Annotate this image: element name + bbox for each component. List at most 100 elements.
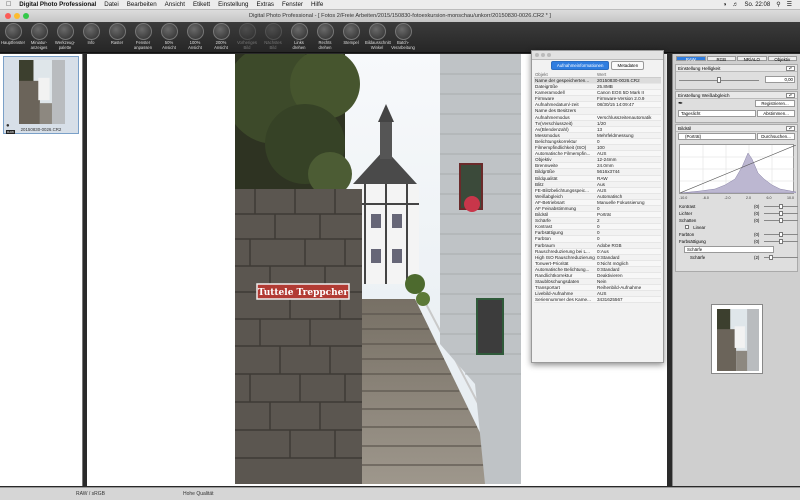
info-value: 100 [597,145,605,151]
slider-knob[interactable] [779,218,783,223]
histogram-tick: 10.0 [786,196,794,200]
toolbar-button[interactable]: Fenster anpassen [131,23,155,50]
zoom-100-icon [186,23,204,40]
navigator-preview[interactable] [711,304,763,374]
toolbar-button[interactable]: Miniatur- anzeiges [27,23,51,50]
toolbar-button[interactable]: Werkzeug- palette [53,23,77,50]
photo-preview[interactable]: Tuttele Treppcher [235,54,521,484]
slider-sharpness[interactable]: Schärfe (2) [676,254,798,261]
slider-row[interactable]: Schatten (0) [676,217,798,224]
info-value: 0 [597,236,600,242]
sharpness-mode-select[interactable]: Schärfe [684,246,774,253]
close-icon[interactable] [535,53,539,57]
tab-raw[interactable]: RAW [676,56,706,62]
toolbar-button-label: Stempel [343,40,359,45]
info-key: Name der gespeicherten... [535,78,590,83]
toolbar-button[interactable]: Vorheriges Bild [235,23,259,50]
slider-row[interactable]: Lichter (0) [676,210,798,217]
toolbar-button[interactable]: Info [79,23,103,46]
info-value: 13 [597,126,603,132]
slider-knob[interactable] [779,204,783,209]
linear-option[interactable]: Linear [676,224,797,231]
close-icon[interactable] [5,13,11,19]
info-value: 0 [597,205,600,211]
info-key: Bildqualität [535,175,558,181]
sharpness-knob[interactable] [768,255,773,260]
menu-item[interactable]: Etikett [193,1,210,8]
menu-item[interactable]: Hilfe [311,1,323,8]
clock[interactable]: So. 22:08 [745,2,771,8]
column-header-object[interactable]: Objekt [534,71,595,77]
slider-knob[interactable] [779,239,783,244]
slider-knob[interactable] [779,211,783,216]
menu-item[interactable]: Datei [104,1,118,8]
linear-checkbox[interactable] [685,225,689,229]
volume-icon[interactable]: ♬ [733,2,739,8]
info-value: 5616x3744 [597,169,620,175]
info-window-titlebar[interactable] [532,51,663,60]
tab-nr-alo[interactable]: NR/ALO [737,56,767,62]
toolbar-button[interactable]: Bildausschnitt Winkel [365,23,391,50]
wb-register-button[interactable]: Registrieren... [755,100,795,107]
toolbar-button[interactable]: Stempel [339,23,363,46]
info-value: Mehrfeldmessung [597,132,634,138]
picture-style-browse[interactable]: Durchsuchen... [757,133,795,140]
picture-style-header: Bildstil ↶ [676,125,797,132]
menu-item[interactable]: Fenster [282,1,303,8]
toolbar-button-label: Werkzeug- palette [54,40,76,50]
toolbar-button[interactable]: Batch- Verarbeitung [391,23,415,50]
info-value: AUS [597,187,607,193]
tab-shooting-info[interactable]: Aufnahmeinformationen [550,61,610,70]
toolbar-button[interactable]: Hauptfenster [1,23,25,46]
slider-row[interactable]: Farbsättigung (0) [676,238,798,245]
menu-list-icon[interactable]: ☰ [787,1,792,8]
menu-item[interactable]: Ansicht [165,1,185,8]
wb-mode-select[interactable]: Tageslicht [678,110,756,117]
histogram[interactable] [679,144,797,194]
info-window[interactable]: Aufnahmeinformationen Metadaten Objekt W… [531,50,664,363]
menu-item[interactable]: Extras [256,1,274,8]
menu-item[interactable]: Einstellung [218,1,248,8]
minimize-icon[interactable] [541,53,545,57]
menu-item[interactable]: Bearbeiten [127,1,157,8]
reset-icon[interactable]: ↶ [786,93,795,98]
zoom-icon[interactable] [23,13,29,19]
tab-lens[interactable]: Objektiv [767,56,797,62]
slider-row[interactable]: Farbton (0) [676,231,798,238]
wb-adjust-button[interactable]: Abstimmen... [757,110,795,117]
tab-metadata[interactable]: Metadaten [611,61,645,70]
info-value: Reihenbild-Aufnahme [597,285,642,291]
toolbar-button[interactable]: Nächstes Bild [261,23,285,50]
toolbar-button[interactable]: 100% Ansicht [183,23,207,50]
info-key: Farbton [535,236,551,242]
search-icon[interactable]: ⚲ [776,1,780,8]
toolbar-button[interactable]: 50% Ansicht [157,23,181,50]
tab-rgb[interactable]: RGB [706,56,736,62]
reset-icon[interactable]: ↶ [786,66,795,71]
minimize-icon[interactable] [14,13,20,19]
toolbar-button[interactable]: Raster [105,23,129,46]
reset-icon[interactable]: ↶ [786,126,795,131]
slider-row[interactable]: Kontrast (0) [676,203,798,210]
brightness-knob[interactable] [717,77,721,83]
eyedropper-icon[interactable]: ✒ [678,100,683,107]
toolbar-button[interactable]: 200% Ansicht [209,23,233,50]
apple-icon[interactable]:  [6,1,11,8]
zoom-icon[interactable] [547,53,551,57]
histogram-tick: 6.0 [766,196,772,200]
wifi-icon[interactable]: ◑ [723,2,727,8]
app-menu[interactable]: Digital Photo Professional [19,1,96,8]
picture-style-select[interactable]: (Porträt) [678,133,756,140]
slider-knob[interactable] [779,232,783,237]
info-key: Aufnahmemodus [535,114,570,120]
column-header-value[interactable]: Wert [595,71,606,77]
info-key: Brennweite [535,163,558,169]
table-row[interactable]: Seriennummer des Kame... 3431625567 [534,297,661,304]
toolbar-button[interactable]: Rechts drehen [313,23,337,50]
thumbnail-item[interactable]: ● RAW 20150830-0026.CR2 [3,56,79,134]
info-value: 2 [597,218,600,224]
toolbar-button[interactable]: Links drehen [287,23,311,50]
toolbar-button-label: 50% Ansicht [162,40,176,50]
info-key: Dateigröße [535,84,558,90]
brightness-value[interactable]: 0,00 [765,76,795,83]
